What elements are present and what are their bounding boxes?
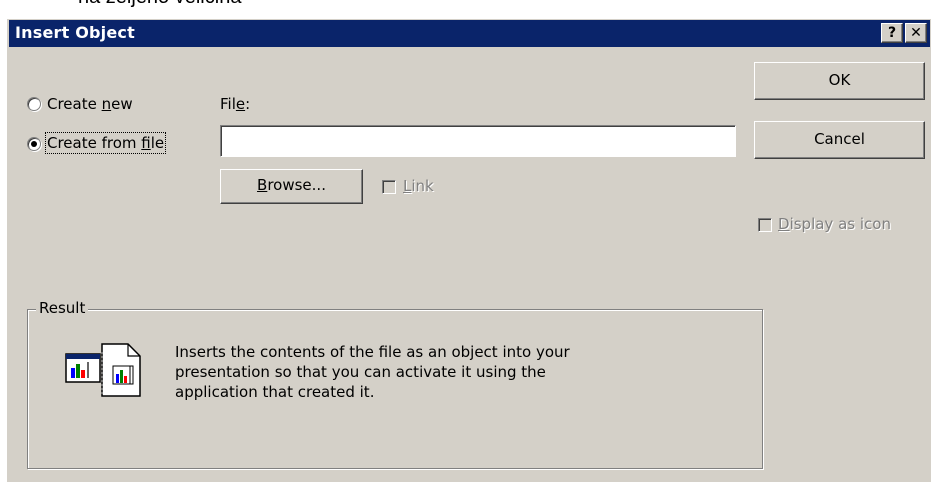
insert-object-dialog: Insert Object ? ✕ Create new Create from… <box>6 18 931 482</box>
browse-button[interactable]: Browse... <box>220 169 363 204</box>
file-label: File: <box>220 95 251 113</box>
radio-selected-dot <box>31 141 37 147</box>
create-from-file-label[interactable]: Create from file <box>44 132 167 154</box>
help-icon: ? <box>887 25 897 41</box>
file-path-input[interactable] <box>220 125 736 157</box>
close-icon: ✕ <box>910 25 922 41</box>
link-checkbox[interactable] <box>382 180 396 194</box>
dialog-title: Insert Object <box>15 23 135 42</box>
create-from-file-radio[interactable] <box>27 137 41 151</box>
result-line: application that created it. <box>175 383 375 401</box>
result-legend: Result <box>36 299 89 317</box>
cancel-button[interactable]: Cancel <box>754 121 925 159</box>
ok-button[interactable]: OK <box>754 62 925 100</box>
background-caption: na zeljeno velicina <box>78 0 241 9</box>
result-description: Inserts the contents of the file as an o… <box>175 342 695 402</box>
result-groupbox: Result Inserts the contents of the file … <box>27 299 763 469</box>
result-line: Inserts the contents of the file as an o… <box>175 343 570 361</box>
result-line: presentation so that you can activate it… <box>175 363 546 381</box>
display-as-icon-label: Display as icon <box>778 215 891 233</box>
display-as-icon-checkbox[interactable] <box>758 218 772 232</box>
create-new-radio[interactable] <box>27 97 41 111</box>
help-button[interactable]: ? <box>881 23 903 43</box>
embedded-file-chart-icon <box>65 343 141 397</box>
close-button[interactable]: ✕ <box>905 23 927 43</box>
create-new-label[interactable]: Create new <box>47 95 133 113</box>
title-bar[interactable]: Insert Object ? ✕ <box>9 20 930 47</box>
link-label: Link <box>403 177 434 195</box>
